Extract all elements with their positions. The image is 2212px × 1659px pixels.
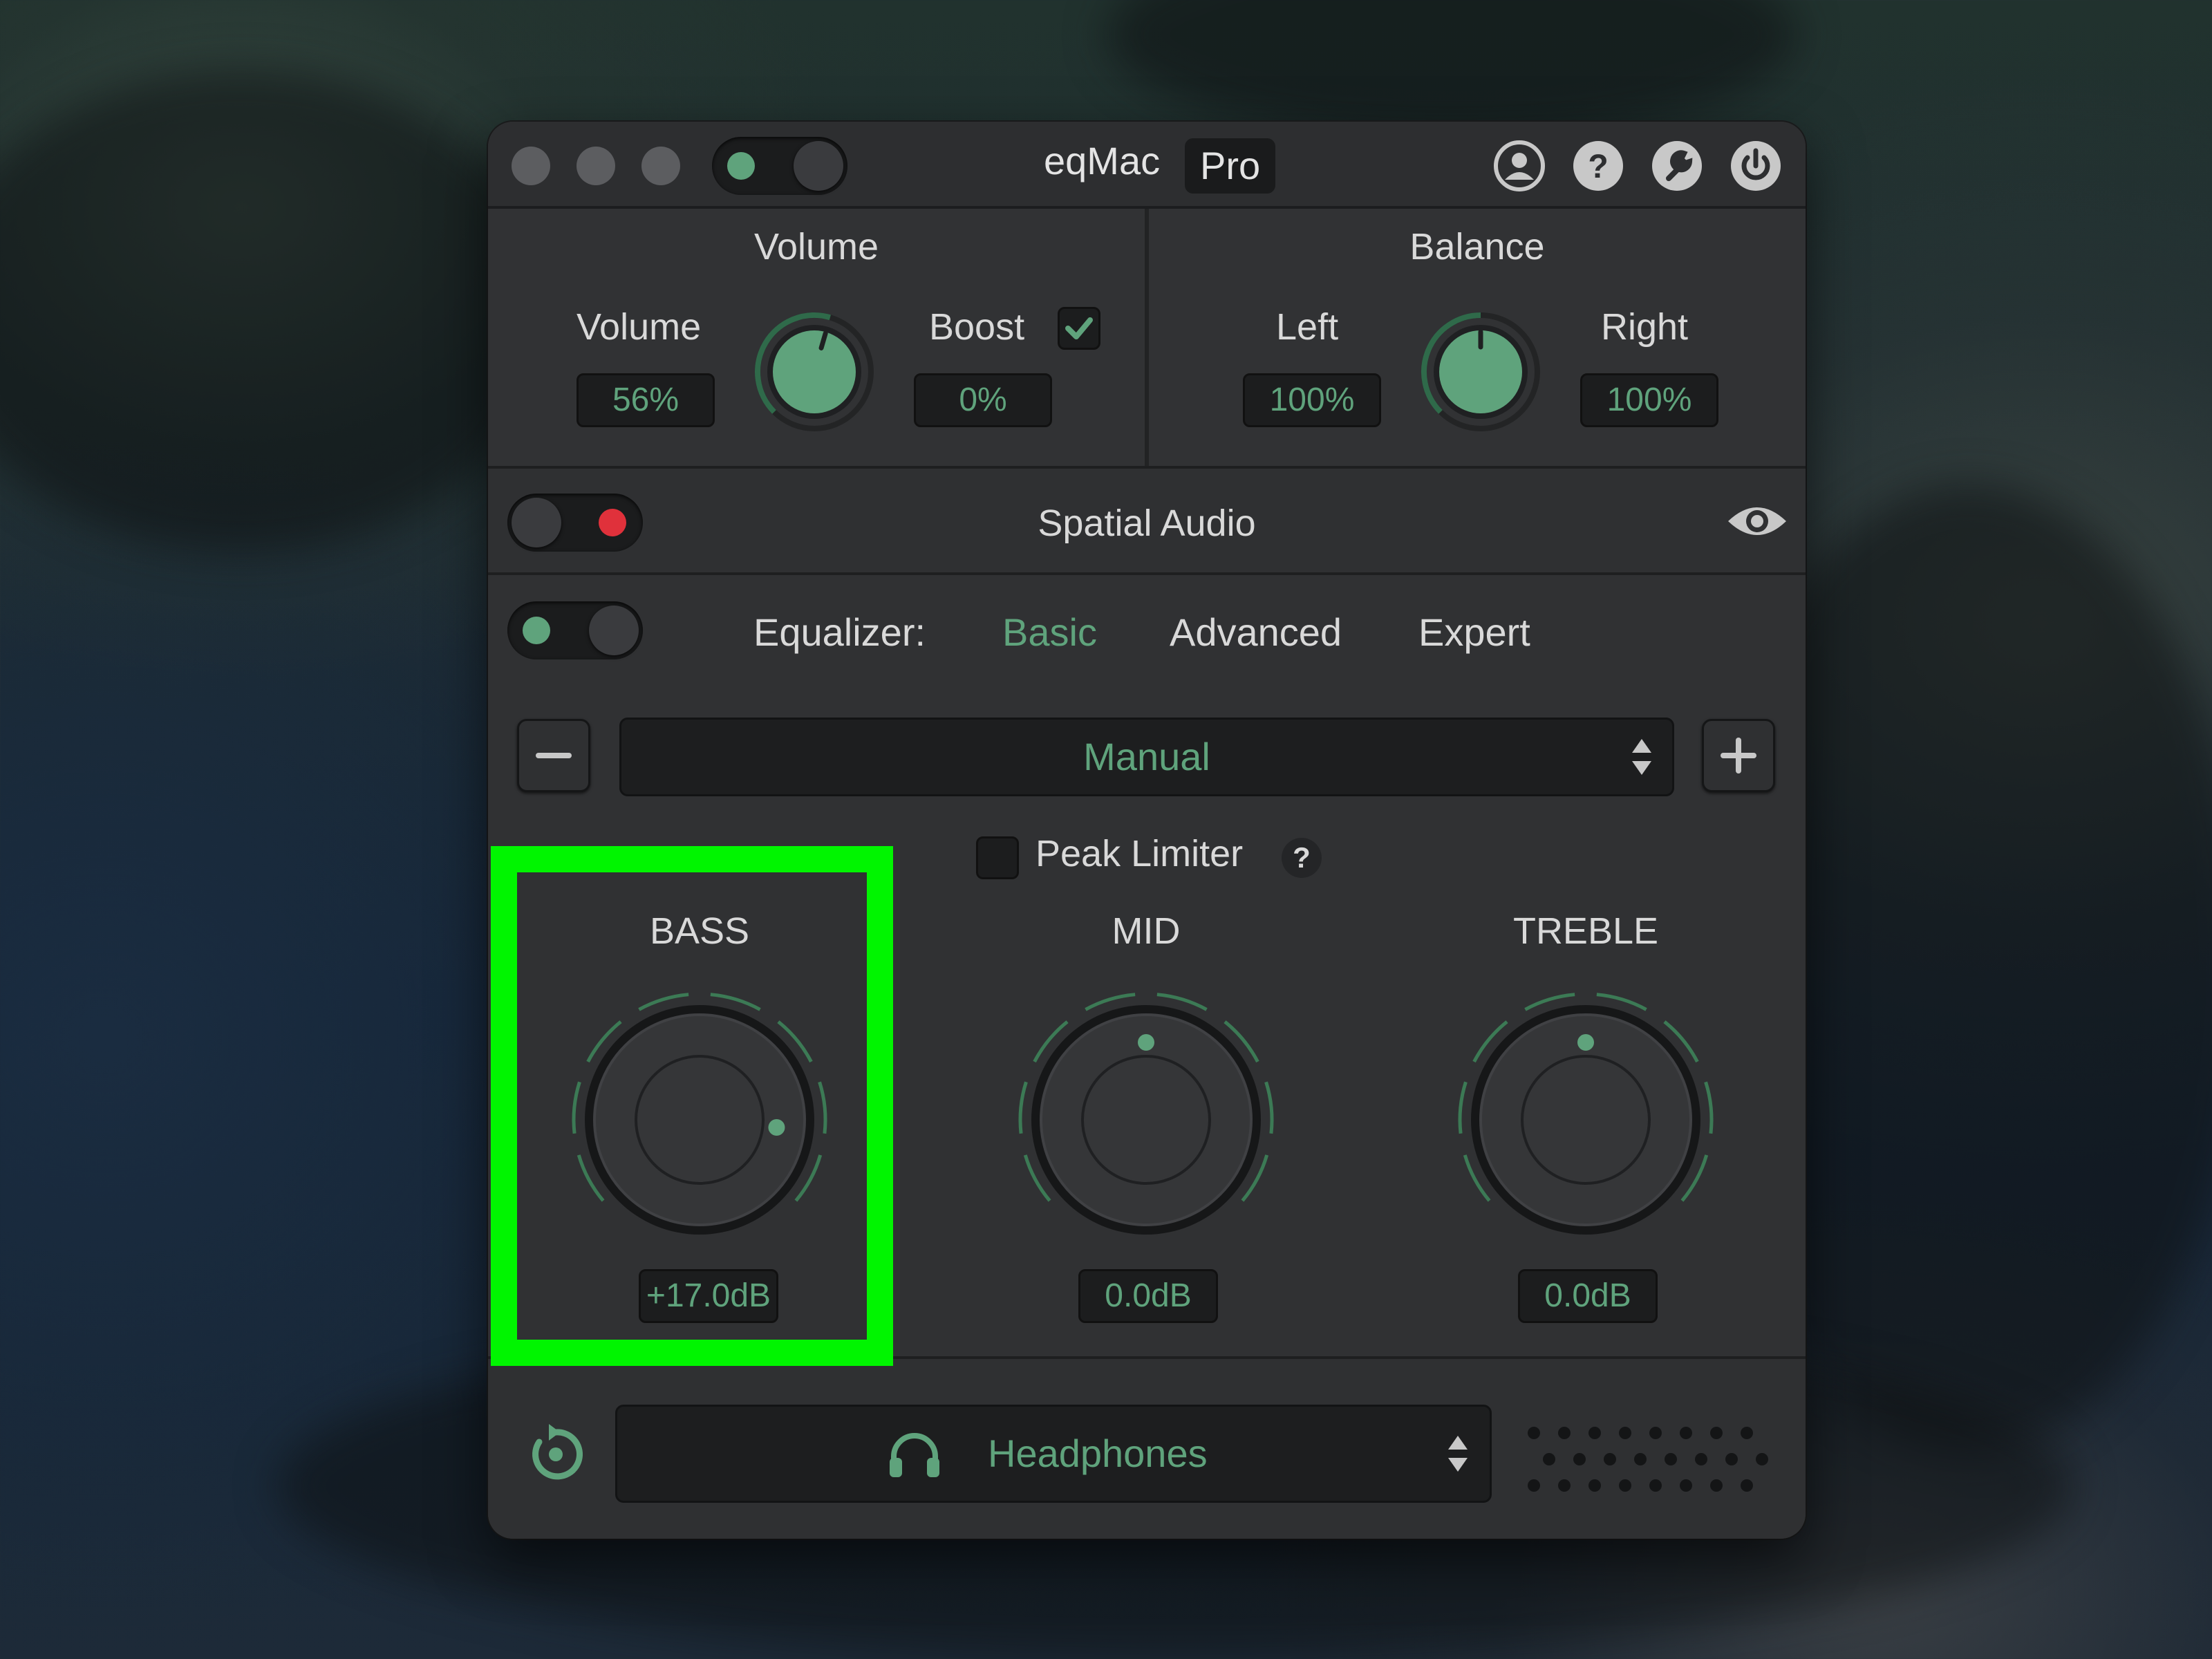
preset-dropdown[interactable]: Manual — [619, 718, 1674, 796]
toggle-on-indicator — [523, 617, 550, 644]
grille-dot — [1528, 1479, 1540, 1492]
remove-preset-button[interactable] — [517, 719, 590, 792]
headphones-icon — [890, 1433, 939, 1477]
volume-knob[interactable] — [749, 307, 879, 437]
pro-badge: Pro — [1185, 138, 1276, 194]
settings-icon[interactable] — [1649, 138, 1705, 194]
preset-value: Manual — [1083, 735, 1210, 778]
equalizer-toggle[interactable] — [507, 601, 643, 659]
grille-dot — [1649, 1427, 1662, 1439]
background-rock — [1106, 0, 1797, 138]
help-icon[interactable]: ? — [1571, 138, 1626, 194]
output-device-value: Headphones — [988, 1432, 1208, 1475]
output-device-dropdown[interactable]: Headphones — [615, 1405, 1492, 1503]
spatial-audio-label: Spatial Audio — [1038, 503, 1256, 544]
add-preset-button[interactable] — [1702, 719, 1775, 792]
band-label-mid: MID — [1112, 910, 1181, 952]
mid-knob[interactable] — [1015, 988, 1277, 1251]
grille-dot — [1604, 1453, 1616, 1465]
app-enable-toggle[interactable] — [712, 137, 847, 195]
grille-dot — [1573, 1453, 1586, 1465]
stepper-icon — [1632, 739, 1651, 775]
zoom-window-button[interactable] — [641, 147, 680, 185]
eye-icon[interactable] — [1724, 500, 1790, 542]
checkmark-icon — [1065, 317, 1093, 339]
left-readout[interactable]: 100% — [1243, 373, 1381, 427]
grille-dot — [1741, 1427, 1753, 1439]
toggle-on-indicator — [727, 152, 755, 180]
plus-icon — [1721, 738, 1756, 774]
tab-basic[interactable]: Basic — [1002, 610, 1097, 655]
balance-header: Balance — [1409, 226, 1545, 268]
account-icon[interactable] — [1492, 138, 1547, 194]
peak-limiter-checkbox[interactable] — [976, 836, 1019, 879]
peak-limiter-label: Peak Limiter — [1035, 833, 1244, 874]
grille-dot — [1665, 1453, 1677, 1465]
right-label: Right — [1601, 306, 1689, 348]
grille-dot — [1588, 1427, 1601, 1439]
volume-label: Volume — [577, 306, 702, 348]
grille-dot — [1558, 1479, 1571, 1492]
tab-expert[interactable]: Expert — [1418, 610, 1530, 655]
boost-checkbox[interactable] — [1058, 307, 1100, 350]
equalizer-label: Equalizer: — [753, 610, 926, 654]
peak-limiter-help-icon[interactable]: ? — [1282, 838, 1322, 878]
mid-readout[interactable]: 0.0dB — [1078, 1269, 1218, 1323]
grille-dot — [1710, 1479, 1723, 1492]
balance-knob[interactable] — [1416, 307, 1546, 437]
grille-dot — [1695, 1453, 1707, 1465]
grille-dot — [1756, 1453, 1768, 1465]
treble-knob[interactable] — [1454, 988, 1717, 1251]
left-label: Left — [1276, 306, 1339, 348]
grille-dot — [1680, 1427, 1692, 1439]
boost-label: Boost — [929, 306, 1025, 348]
grille-dot — [1741, 1479, 1753, 1492]
toggle-thumb — [794, 141, 843, 191]
grille-dot — [1725, 1453, 1738, 1465]
grille-dot — [1634, 1453, 1647, 1465]
grille-dot — [1649, 1479, 1662, 1492]
minimize-window-button[interactable] — [577, 147, 615, 185]
tab-advanced[interactable]: Advanced — [1170, 610, 1342, 655]
grille-dot — [1543, 1453, 1555, 1465]
grille-dot — [1680, 1479, 1692, 1492]
boost-readout[interactable]: 0% — [914, 373, 1052, 427]
grille-dot — [1558, 1427, 1571, 1439]
grille-dot — [1619, 1427, 1631, 1439]
speaker-grille — [1528, 1421, 1777, 1497]
grille-dot — [1619, 1479, 1631, 1492]
close-window-button[interactable] — [512, 147, 550, 185]
reset-icon[interactable] — [523, 1421, 589, 1488]
band-label-treble: TREBLE — [1512, 910, 1659, 952]
background-rock — [0, 69, 553, 553]
grille-dot — [1528, 1427, 1540, 1439]
power-icon[interactable] — [1728, 138, 1783, 194]
bass-highlight-box — [491, 846, 893, 1366]
stepper-icon — [1448, 1436, 1468, 1472]
right-readout[interactable]: 100% — [1580, 373, 1718, 427]
toggle-thumb — [589, 606, 639, 655]
treble-readout[interactable]: 0.0dB — [1518, 1269, 1658, 1323]
grille-dot — [1710, 1427, 1723, 1439]
app-title: eqMac — [1044, 139, 1161, 182]
volume-header: Volume — [753, 226, 879, 268]
grille-dot — [1588, 1479, 1601, 1492]
title-bar: eqMac Pro ? — [488, 122, 1806, 209]
minus-icon — [536, 753, 572, 758]
volume-readout[interactable]: 56% — [577, 373, 715, 427]
svg-text:?: ? — [1588, 149, 1608, 185]
